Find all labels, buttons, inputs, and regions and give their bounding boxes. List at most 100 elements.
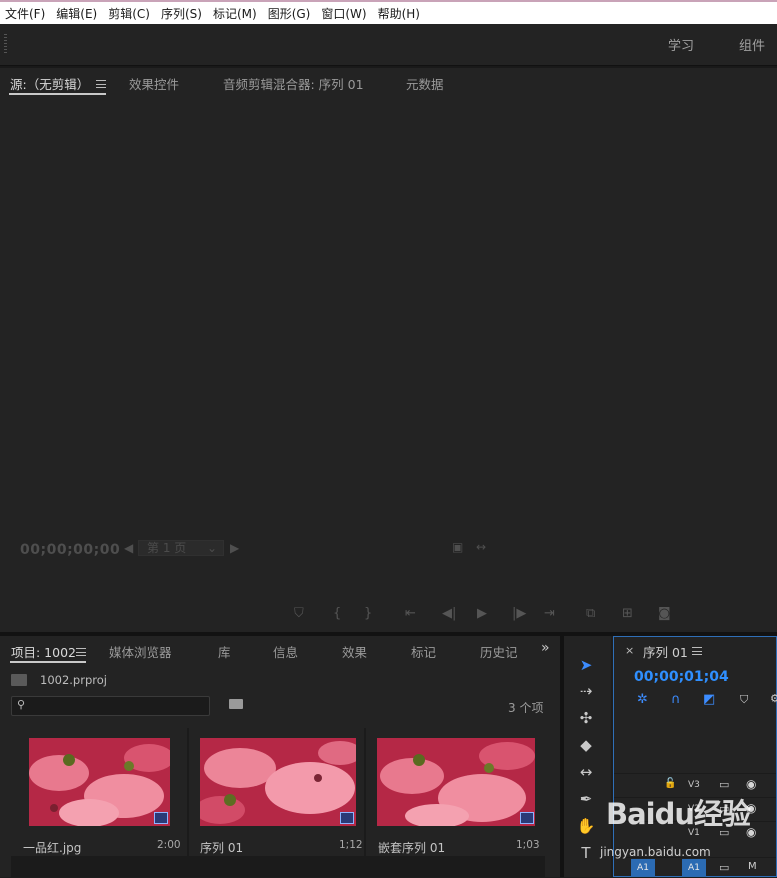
item-count: 3 个项	[508, 701, 544, 715]
tab-libraries[interactable]: 库	[218, 642, 231, 661]
watermark-brand: Baidu经验	[606, 797, 751, 831]
thumbnail	[29, 738, 170, 826]
tab-media-browser[interactable]: 媒体浏览器	[109, 642, 172, 661]
item-name: 一品红.jpg	[23, 841, 82, 855]
prev-page-icon[interactable]: ◀	[124, 541, 133, 555]
project-item[interactable]: 嵌套序列 01 1;03	[366, 728, 545, 856]
tab-info[interactable]: 信息	[273, 642, 298, 661]
tab-history[interactable]: 历史记	[480, 642, 518, 661]
baidu-watermark-logo: Baidu经验	[606, 791, 751, 833]
source-monitor-panel: 源:（无剪辑） 效果控件 音频剪辑混合器: 序列 01 元数据 00;00;00…	[0, 66, 777, 632]
track-select-tool-icon[interactable]: ⇢	[564, 682, 608, 700]
eye-icon[interactable]: ◉	[746, 777, 756, 791]
camera-icon[interactable]: ◙	[658, 606, 671, 621]
pen-tool-icon[interactable]: ✒	[564, 790, 608, 808]
sync-lock-icon[interactable]: ▭	[719, 778, 729, 791]
drag-audio-icon[interactable]: ↔	[476, 540, 486, 554]
tab-sequence[interactable]: 序列 01	[643, 642, 688, 661]
track-a1: A1 A1 ▭ M	[614, 857, 776, 878]
nest-icon[interactable]: ✲	[637, 692, 648, 707]
panel-menu-icon[interactable]	[96, 80, 106, 88]
poinsettia-image	[29, 738, 170, 826]
panel-menu-icon[interactable]	[692, 647, 702, 655]
menu-markers[interactable]: 标记(M)	[208, 5, 263, 22]
selection-tool-icon[interactable]: ➤	[564, 656, 608, 674]
go-to-out-icon[interactable]: ⇥	[544, 606, 555, 621]
menu-window[interactable]: 窗口(W)	[316, 5, 372, 22]
overwrite-icon[interactable]: ⊞	[622, 606, 633, 621]
find-bin-icon[interactable]	[229, 699, 243, 709]
add-marker-icon[interactable]: ⛉	[740, 693, 748, 707]
source-timecode[interactable]: 00;00;00;00	[20, 542, 120, 558]
next-page-icon[interactable]: ▶	[230, 541, 239, 555]
mark-out-icon[interactable]: }	[364, 606, 372, 621]
settings-icon[interactable]: ⚙	[770, 692, 777, 705]
track-target-a1[interactable]: A1	[682, 859, 706, 877]
watermark-url: jingyan.baidu.com	[600, 845, 711, 859]
overflow-chevron-icon[interactable]: »	[541, 640, 550, 656]
tab-project[interactable]: 项目: 1002	[11, 642, 76, 661]
insert-icon[interactable]: ⧉	[586, 606, 595, 621]
page-select-value: 第 1 页	[147, 541, 187, 555]
mute-button[interactable]: M	[748, 861, 757, 872]
project-item[interactable]: 一品红.jpg 2:00	[11, 728, 187, 856]
item-name: 序列 01	[200, 841, 244, 855]
tab-source[interactable]: 源:（无剪辑）	[10, 74, 89, 93]
tab-markers[interactable]: 标记	[411, 642, 436, 661]
tab-audio-clip-mixer[interactable]: 音频剪辑混合器: 序列 01	[223, 74, 364, 93]
menu-edit[interactable]: 编辑(E)	[51, 5, 103, 22]
slip-tool-icon[interactable]: ↔	[564, 763, 608, 781]
menu-clip[interactable]: 剪辑(C)	[103, 5, 156, 22]
play-icon[interactable]: ▶	[477, 606, 487, 621]
safe-margins-icon[interactable]: ▣	[452, 540, 463, 554]
chevron-down-icon: ⌄	[206, 541, 217, 555]
item-name: 嵌套序列 01	[378, 841, 446, 855]
sequence-badge-icon	[340, 812, 354, 824]
thumbnail	[377, 738, 535, 826]
lock-icon[interactable]: 🔓	[664, 778, 676, 789]
go-to-in-icon[interactable]: ⇤	[405, 606, 416, 621]
still-image-badge-icon	[154, 812, 168, 824]
menu-sequence[interactable]: 序列(S)	[156, 5, 208, 22]
drag-grip[interactable]	[4, 34, 7, 54]
ripple-edit-tool-icon[interactable]: ✣	[564, 709, 608, 727]
item-duration: 2:00	[157, 839, 181, 851]
tab-effect-controls[interactable]: 效果控件	[129, 74, 179, 93]
tab-metadata[interactable]: 元数据	[406, 74, 444, 93]
menu-file[interactable]: 文件(F)	[0, 5, 51, 22]
menu-bar: 文件(F) 编辑(E) 剪辑(C) 序列(S) 标记(M) 图形(G) 窗口(W…	[0, 0, 777, 24]
sequence-timecode[interactable]: 00;00;01;04	[634, 669, 729, 685]
tab-effects[interactable]: 效果	[342, 642, 367, 661]
step-back-icon[interactable]: ◀|	[442, 606, 456, 621]
active-tab-underline	[10, 661, 86, 663]
project-search-input[interactable]: ⚲	[11, 696, 210, 716]
workspace-bar: 学习 组件	[0, 24, 777, 66]
nested-sequence-badge-icon	[520, 812, 534, 824]
tools-panel: ➤ ⇢ ✣ ◆ ↔ ✒ ✋ T	[564, 636, 611, 877]
poinsettia-image	[377, 738, 535, 826]
snap-magnet-icon[interactable]: ∩	[671, 692, 681, 707]
linked-selection-icon[interactable]: ◩	[703, 692, 715, 707]
search-icon: ⚲	[17, 698, 26, 711]
add-marker-icon[interactable]: ⛉	[294, 606, 304, 621]
workspace-learn[interactable]: 学习	[668, 35, 694, 54]
project-folder-icon	[11, 674, 27, 686]
hand-tool-icon[interactable]: ✋	[564, 817, 608, 835]
panel-menu-icon[interactable]	[76, 648, 86, 656]
razor-tool-icon[interactable]: ◆	[564, 736, 608, 754]
project-file-name: 1002.prproj	[40, 673, 107, 687]
item-duration: 1;12	[339, 839, 363, 851]
close-icon[interactable]: ×	[625, 644, 634, 657]
menu-help[interactable]: 帮助(H)	[373, 5, 426, 22]
project-items-grid: 一品红.jpg 2:00 序列 01 1;12 嵌套序列 01 1;03	[11, 728, 545, 877]
menu-graphics[interactable]: 图形(G)	[263, 5, 317, 22]
project-panel: 项目: 1002 媒体浏览器 库 信息 效果 标记 历史记 » 1002.prp…	[0, 636, 560, 877]
page-select[interactable]: 第 1 页 ⌄	[138, 540, 224, 556]
project-item[interactable]: 序列 01 1;12	[189, 728, 364, 856]
workspace-assemble[interactable]: 组件	[739, 35, 765, 54]
sync-lock-icon[interactable]: ▭	[719, 861, 729, 874]
source-patch-a1[interactable]: A1	[631, 859, 655, 877]
mark-in-icon[interactable]: {	[333, 606, 341, 621]
step-forward-icon[interactable]: |▶	[512, 606, 526, 621]
thumbnail	[200, 738, 356, 826]
